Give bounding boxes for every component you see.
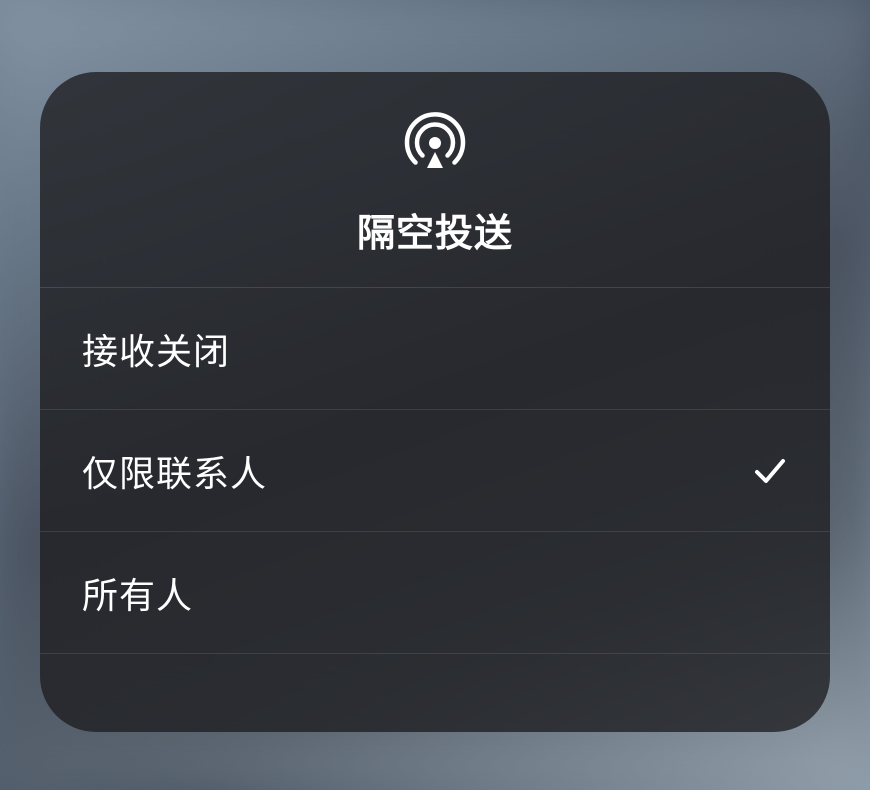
airdrop-icon	[402, 110, 468, 176]
panel-title: 隔空投送	[357, 202, 513, 257]
options-list: 接收关闭 仅限联系人 所有人	[40, 288, 830, 654]
airdrop-panel: 隔空投送 接收关闭 仅限联系人 所有人	[40, 72, 830, 732]
option-everyone[interactable]: 所有人	[40, 532, 830, 654]
option-receiving-off[interactable]: 接收关闭	[40, 288, 830, 410]
option-label: 仅限联系人	[82, 445, 267, 497]
option-label: 接收关闭	[82, 323, 230, 375]
checkmark-icon	[752, 453, 788, 489]
option-contacts-only[interactable]: 仅限联系人	[40, 410, 830, 532]
option-label: 所有人	[82, 567, 193, 619]
panel-header: 隔空投送	[40, 72, 830, 288]
